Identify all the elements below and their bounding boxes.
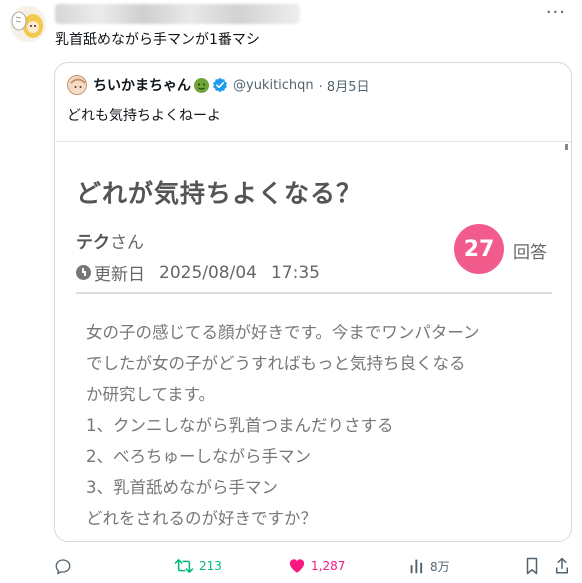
like-count: 1,287 <box>311 559 346 573</box>
retweet-count: 213 <box>199 559 222 573</box>
like-button[interactable]: 1,287 <box>288 553 345 579</box>
quoted-tweet-text: どれも気持ちよくねーよ <box>67 108 221 124</box>
retweet-button[interactable]: 213 <box>174 553 222 579</box>
quoted-display-name[interactable]: ちいかまちゃん <box>93 75 191 95</box>
share-icon <box>556 557 568 574</box>
quoted-tweet-header: ちいかまちゃん @yukitichqn · 8月5日 <box>67 75 369 95</box>
green-face-emoji-icon <box>194 77 209 93</box>
quoted-avatar[interactable] <box>67 75 87 95</box>
author-name-redacted <box>55 4 300 24</box>
views-button[interactable]: 8万 <box>409 553 450 579</box>
clock-icon <box>76 265 91 280</box>
author-name: テク <box>76 233 110 253</box>
author-suffix: さん <box>110 233 144 253</box>
updated-time: 17:35 <box>270 262 320 283</box>
views-icon <box>410 559 423 574</box>
divider <box>76 292 552 294</box>
question-body: 女の子の感じてる顔が好きです。今までワンパターン でしたが女の子がどうすればもっ… <box>86 317 556 534</box>
bookmark-icon <box>526 557 538 575</box>
quoted-date[interactable]: · 8月5日 <box>319 76 370 95</box>
heart-icon <box>289 559 305 573</box>
body-line: 女の子の感じてる顔が好きです。今までワンパターン <box>86 323 480 342</box>
more-icon[interactable]: ··· <box>546 2 566 23</box>
retweet-icon <box>174 559 194 573</box>
updated-date: 2025/08/04 <box>159 262 257 283</box>
reply-icon <box>55 559 71 575</box>
action-bar: 213 1,287 8万 <box>0 553 582 579</box>
avatar[interactable] <box>10 6 46 42</box>
updated-date-row: 更新日 2025/08/04 17:35 <box>76 260 320 285</box>
answer-count-badge: 27 <box>454 224 504 274</box>
scrollbar <box>565 144 568 150</box>
quoted-handle[interactable]: @yukitichqn <box>233 78 314 93</box>
share-button[interactable] <box>554 553 570 579</box>
question-title: どれが気持ちよくなる？ <box>76 179 363 208</box>
bookmark-button[interactable] <box>524 553 540 579</box>
body-line: でしたが女の子がどうすればもっと気持ち良くなる <box>86 354 466 373</box>
answer-label: 回答 <box>513 243 547 263</box>
body-line: か研究してます。 <box>86 385 216 404</box>
attached-image[interactable]: どれが気持ちよくなる？ テクさん 更新日 2025/08/04 17:35 27… <box>56 141 571 541</box>
updated-label: 更新日 <box>94 265 145 285</box>
verified-badge-icon <box>212 77 228 93</box>
body-line: 1、クンニしながら乳首つまんだりさする <box>86 416 394 435</box>
tweet-text: 乳首舐めながら手マンが1番マシ <box>55 32 260 48</box>
question-author: テクさん <box>76 228 144 253</box>
quoted-tweet[interactable]: ちいかまちゃん @yukitichqn · 8月5日 どれも気持ちよくねーよ ど… <box>54 62 572 542</box>
body-line: 3、乳首舐めながら手マン <box>86 478 278 497</box>
reply-button[interactable] <box>54 553 77 579</box>
body-line: どれをされるのが好きですか？ <box>86 509 317 528</box>
views-count: 8万 <box>430 559 450 574</box>
body-line: 2、べろちゅーしながら手マン <box>86 447 311 466</box>
